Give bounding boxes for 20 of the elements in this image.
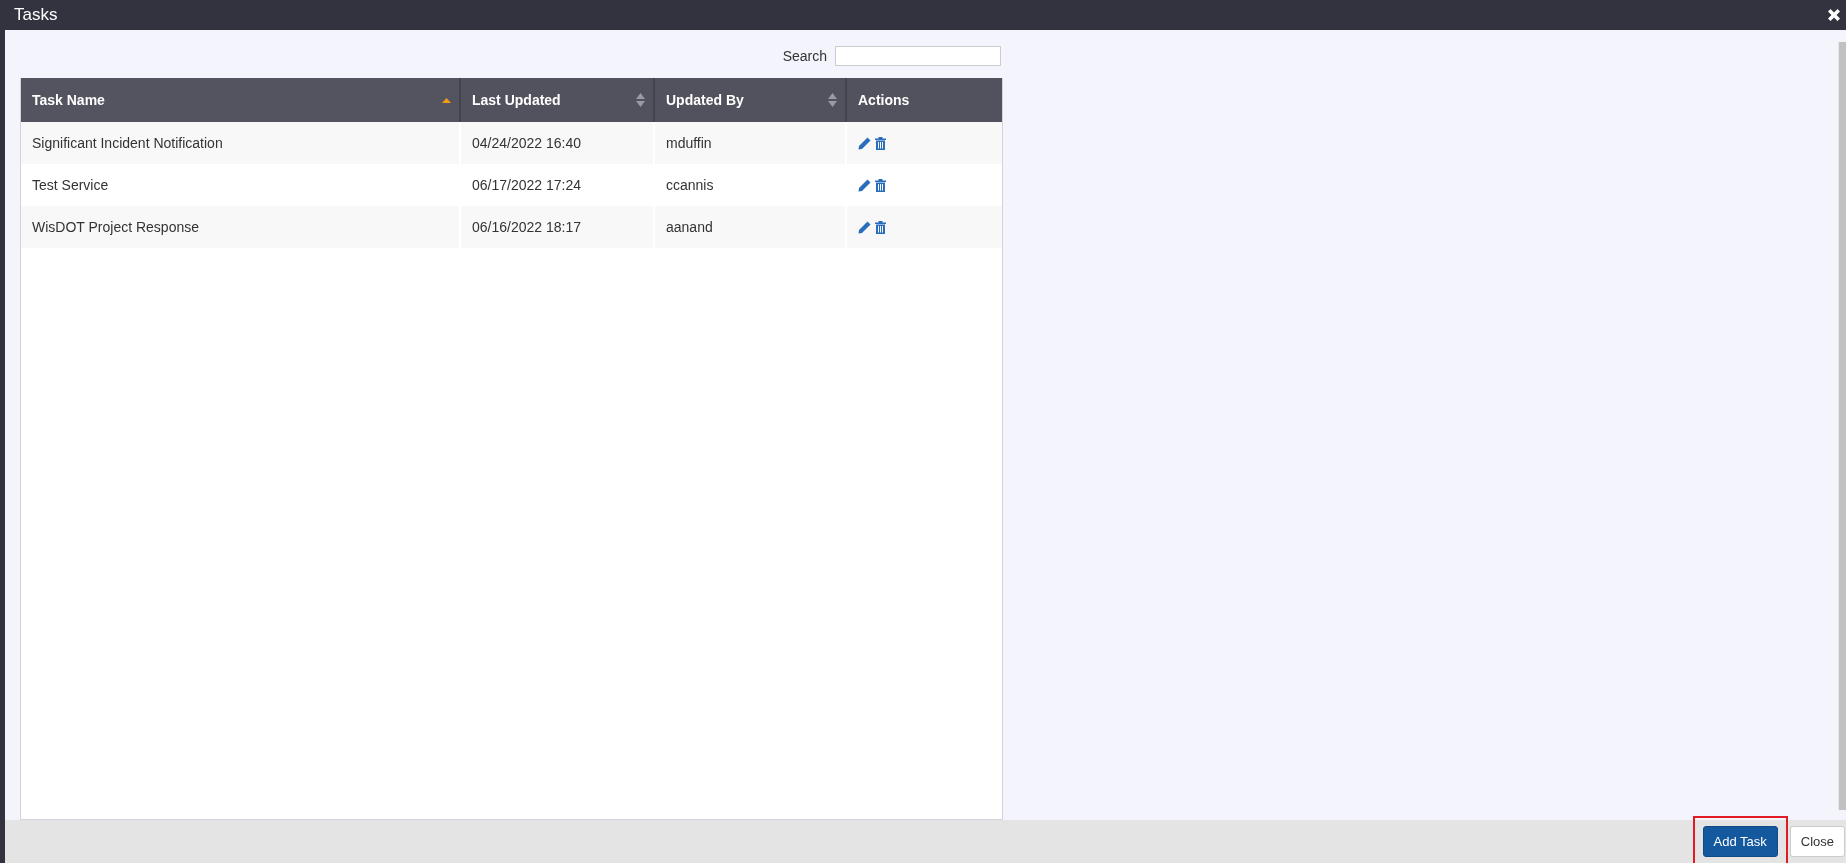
trash-icon[interactable]	[875, 136, 886, 150]
table-cell: aanand	[655, 206, 847, 248]
pencil-icon[interactable]	[858, 136, 871, 150]
sort-ascending-icon	[442, 97, 451, 103]
window-title: Tasks	[14, 5, 58, 25]
table-cell: 06/16/2022 18:17	[461, 206, 655, 248]
column-header: Actions	[857, 91, 911, 110]
table-cell: WisDOT Project Response	[21, 206, 461, 248]
pencil-icon[interactable]	[858, 178, 871, 192]
trash-icon[interactable]	[875, 220, 886, 234]
scrollbar[interactable]	[1838, 42, 1846, 810]
close-button[interactable]: Close	[1789, 826, 1845, 857]
sort-icon	[636, 93, 645, 107]
trash-icon[interactable]	[875, 178, 886, 192]
pencil-icon[interactable]	[858, 220, 871, 234]
sort-icon	[828, 93, 837, 107]
search-label: Search	[782, 48, 827, 64]
add-button[interactable]: Add Task	[1702, 826, 1778, 857]
search-field[interactable]	[835, 46, 1001, 66]
close-icon[interactable]	[1826, 7, 1842, 23]
